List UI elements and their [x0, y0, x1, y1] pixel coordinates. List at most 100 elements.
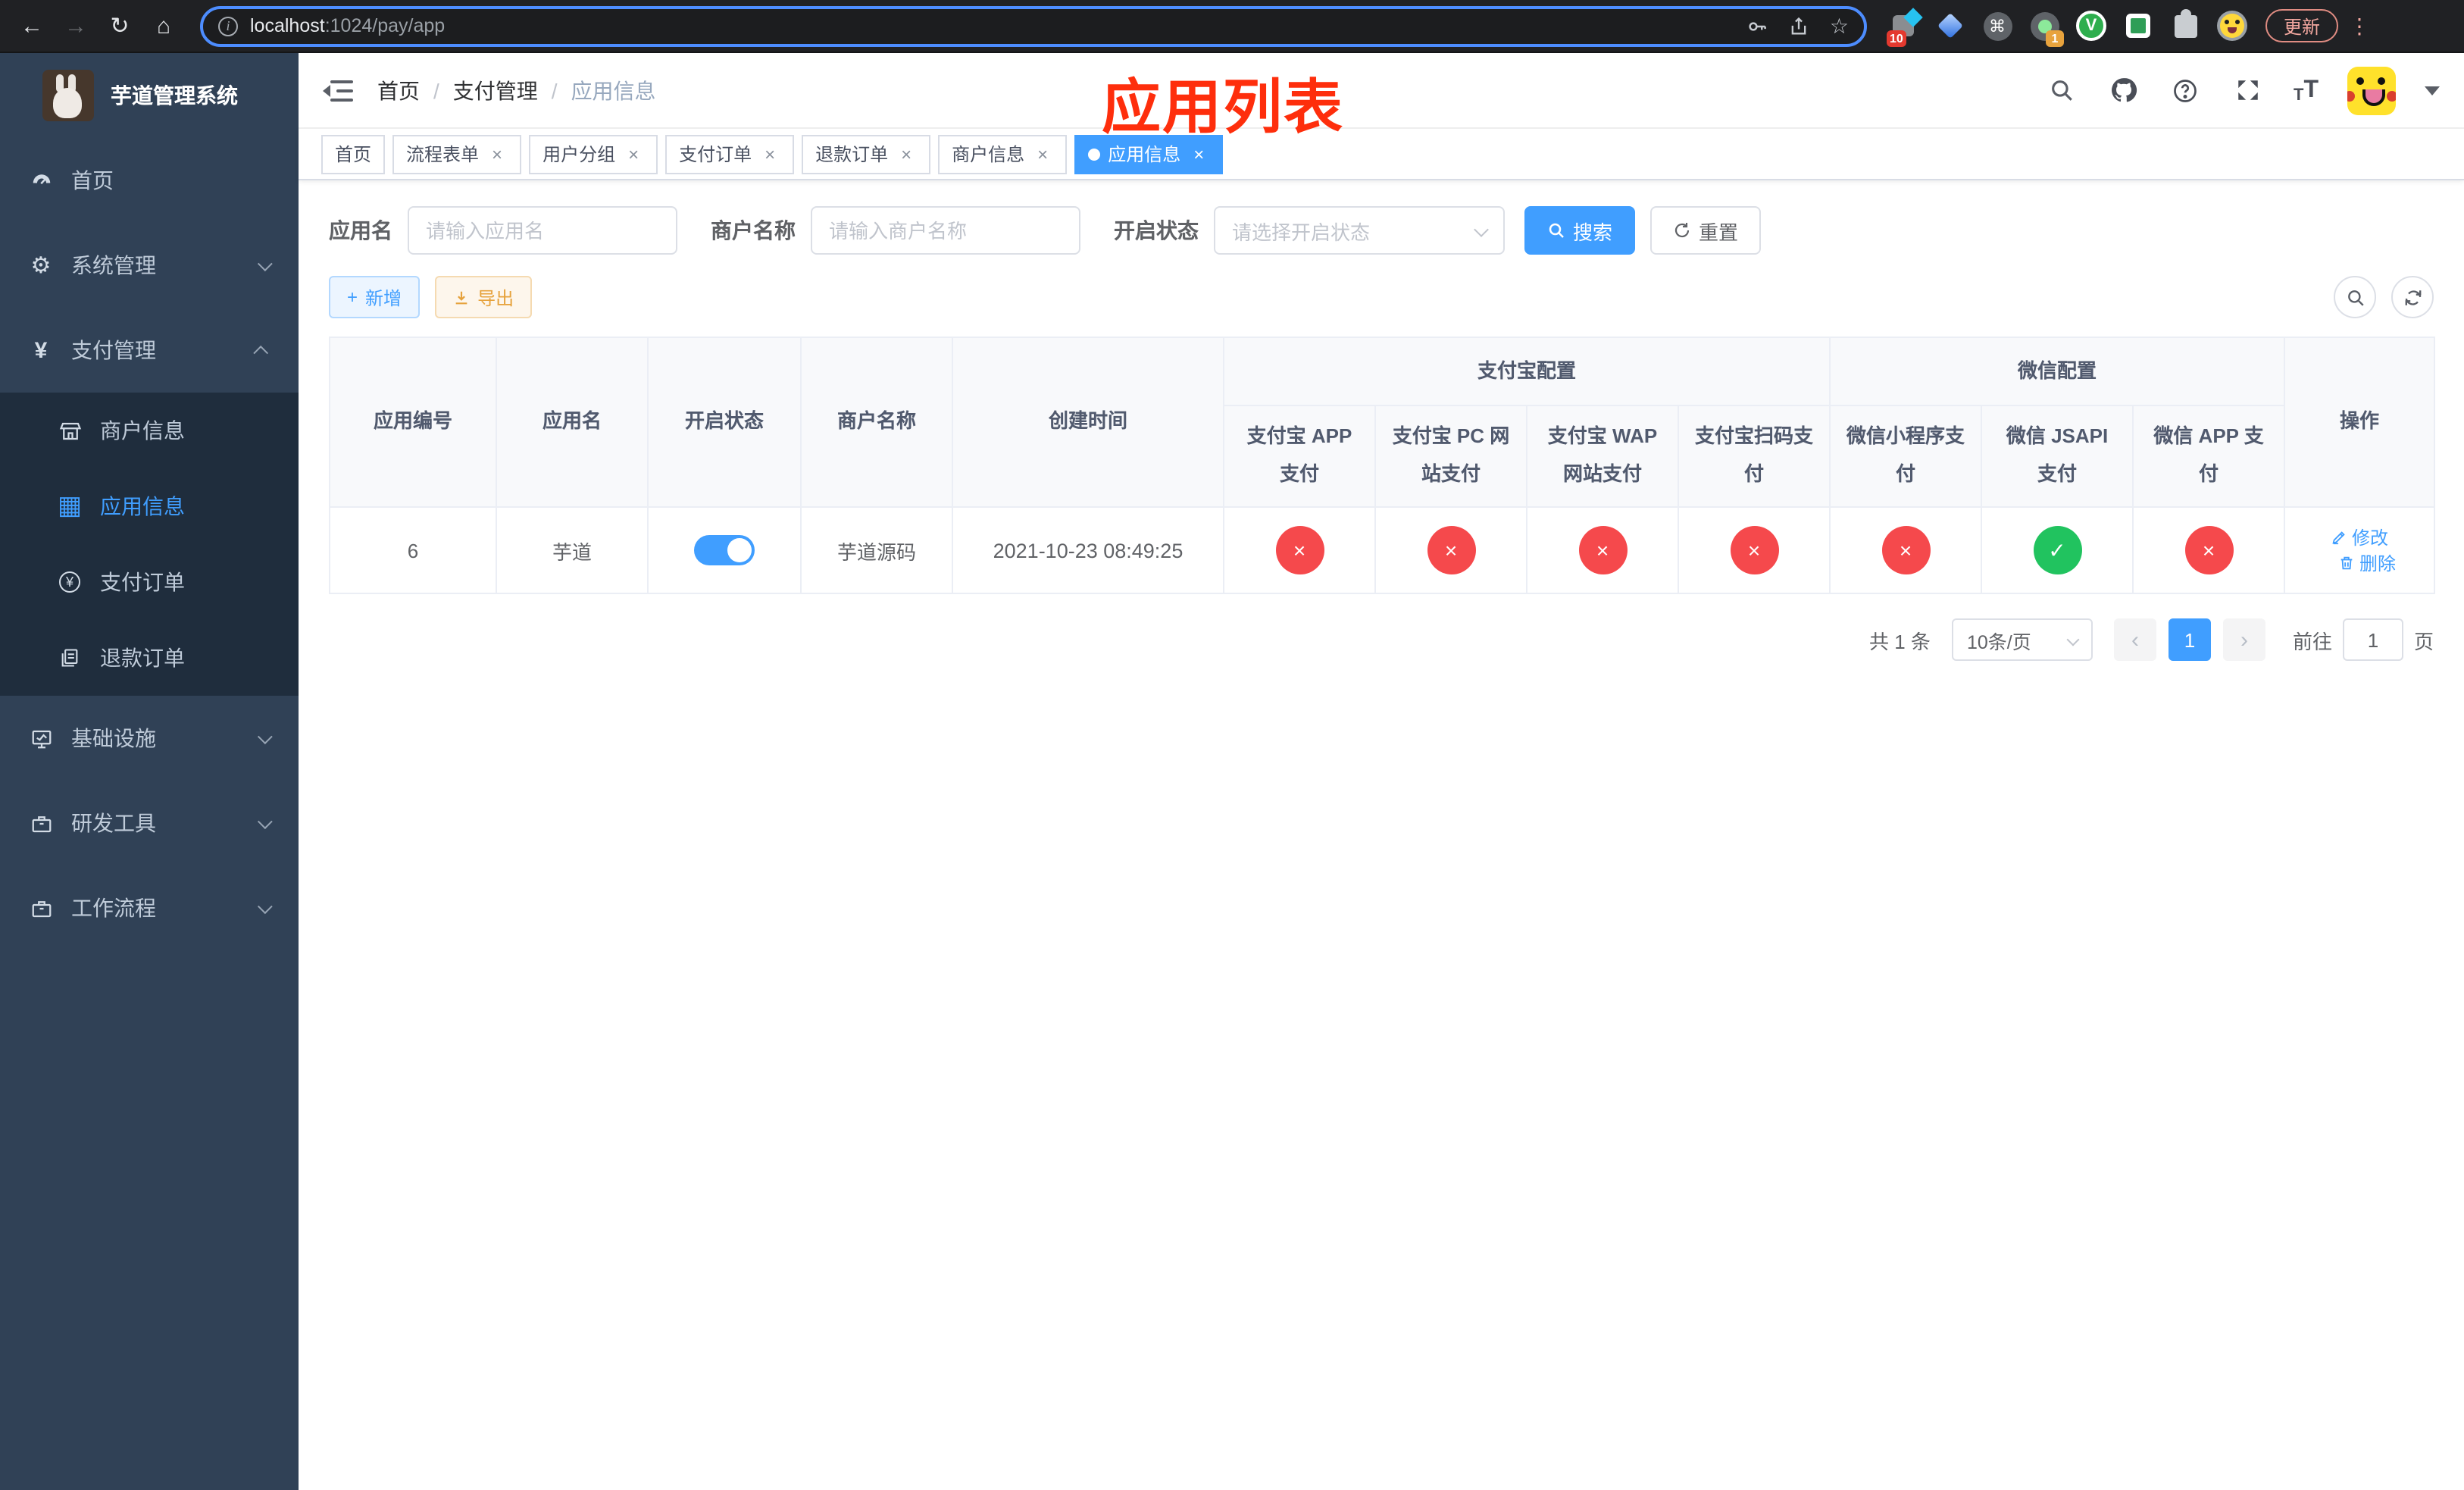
close-icon[interactable]: × — [896, 143, 917, 164]
close-icon[interactable]: × — [1032, 143, 1053, 164]
delete-link[interactable]: 删除 — [2338, 550, 2396, 576]
cell-created: 2021-10-23 08:49:25 — [952, 506, 1224, 594]
search-button[interactable]: 搜索 — [1524, 206, 1636, 255]
tab-process-form[interactable]: 流程表单 × — [392, 134, 522, 174]
goto-page-input[interactable] — [2342, 618, 2403, 661]
cell-status — [647, 506, 802, 594]
reset-button[interactable]: 重置 — [1650, 206, 1762, 255]
close-icon[interactable]: × — [1188, 143, 1209, 164]
main-area: 首页 / 支付管理 / 应用信息 T T 首页 流程表单 × 用户分组 × 支付… — [299, 53, 2464, 1490]
app-name-input[interactable] — [408, 206, 677, 255]
breadcrumb-home[interactable]: 首页 — [377, 75, 420, 105]
pagination: 共 1 条 10条/页 ‹ 1 › 前往 页 — [329, 618, 2434, 661]
sidebar-menu: 首页 ⚙ 系统管理 ¥ 支付管理 商户信息 ▦ 应用信息 ¥ 支付订单 退款订单… — [0, 138, 299, 950]
prev-page-button[interactable]: ‹ — [2113, 618, 2156, 661]
sidebar-item-infrastructure[interactable]: 基础设施 — [0, 696, 299, 781]
close-icon[interactable]: × — [759, 143, 780, 164]
chevron-down-icon — [2066, 633, 2080, 646]
chevron-up-icon — [253, 344, 269, 360]
alipay-qr-status-icon: × — [1730, 526, 1778, 574]
back-button[interactable]: ← — [15, 9, 48, 42]
toggle-search-button[interactable] — [2334, 276, 2376, 318]
sidebar-item-pay-orders[interactable]: ¥ 支付订单 — [0, 544, 299, 620]
sidebar-item-system[interactable]: ⚙ 系统管理 — [0, 223, 299, 308]
sidebar-item-refund-orders[interactable]: 退款订单 — [0, 620, 299, 696]
extension-kite-icon[interactable] — [1934, 8, 1967, 44]
extension-doc-icon[interactable] — [2122, 8, 2155, 44]
bookmark-star-icon[interactable]: ☆ — [1830, 13, 1849, 39]
app-frame: 芋道管理系统 首页 ⚙ 系统管理 ¥ 支付管理 商户信息 ▦ 应用信息 ¥ 支付… — [0, 53, 2464, 1490]
extension-emoji-icon[interactable] — [2215, 8, 2249, 44]
extension-v-icon[interactable]: V — [2075, 8, 2108, 44]
next-page-button[interactable]: › — [2222, 618, 2265, 661]
page-size-select[interactable]: 10条/页 — [1951, 618, 2093, 661]
alipay-wap-status-icon: × — [1578, 526, 1627, 574]
site-info-icon[interactable]: i — [218, 16, 238, 36]
search-icon[interactable] — [2045, 74, 2078, 107]
sidebar-collapse-icon[interactable] — [323, 78, 353, 102]
extension-puzzle-icon[interactable] — [2169, 8, 2202, 44]
alipay-pc-status-icon: × — [1427, 526, 1475, 574]
chrome-menu-icon[interactable]: ⋮ — [2349, 13, 2370, 39]
avatar-dropdown-icon[interactable] — [2425, 86, 2440, 95]
status-select[interactable]: 请选择开启状态 — [1214, 206, 1505, 255]
tab-home[interactable]: 首页 — [321, 134, 386, 174]
annotation-app-list: 应用列表 — [1102, 76, 1345, 141]
sidebar-item-label: 支付订单 — [100, 570, 185, 594]
add-button[interactable]: + 新增 — [329, 276, 421, 318]
sidebar-item-label: 系统管理 — [71, 253, 156, 277]
help-icon[interactable] — [2169, 74, 2203, 107]
sidebar-item-workflow[interactable]: 工作流程 — [0, 866, 299, 950]
col-alipay-app: 支付宝 APP 支付 — [1223, 405, 1376, 508]
export-button[interactable]: 导出 — [435, 276, 533, 318]
merchant-name-label: 商户名称 — [711, 218, 796, 243]
cell-merchant: 芋道源码 — [800, 506, 953, 594]
app-name-label: 应用名 — [329, 218, 392, 243]
sidebar-item-dev-tools[interactable]: 研发工具 — [0, 781, 299, 866]
avatar[interactable] — [2347, 66, 2396, 114]
close-icon[interactable]: × — [486, 143, 508, 164]
chevron-down-icon — [257, 898, 273, 914]
store-icon — [58, 418, 82, 443]
font-size-icon[interactable]: TT — [2294, 77, 2319, 104]
tab-user-group[interactable]: 用户分组 × — [529, 134, 658, 174]
sidebar-item-app-info[interactable]: ▦ 应用信息 — [0, 468, 299, 544]
page-suffix-label: 页 — [2413, 630, 2434, 653]
search-icon — [1549, 223, 1564, 238]
chrome-update-button[interactable]: 更新 — [2265, 9, 2339, 42]
breadcrumb-payment[interactable]: 支付管理 — [453, 75, 538, 105]
extension-blocks-icon[interactable]: 10 — [1887, 8, 1920, 47]
tab-merchant-info[interactable]: 商户信息 × — [938, 134, 1068, 174]
share-icon[interactable] — [1789, 14, 1810, 37]
password-key-icon[interactable] — [1746, 14, 1769, 37]
refresh-table-button[interactable] — [2391, 276, 2434, 318]
tab-refund-orders[interactable]: 退款订单 × — [802, 134, 931, 174]
status-select-placeholder: 请选择开启状态 — [1232, 221, 1371, 243]
home-button[interactable]: ⌂ — [147, 9, 180, 42]
page-number-1[interactable]: 1 — [2168, 618, 2211, 661]
col-wechat-app: 微信 APP 支付 — [2132, 405, 2286, 508]
tab-pay-orders[interactable]: 支付订单 × — [665, 134, 795, 174]
address-bar[interactable]: i localhost:1024/pay/app ☆ — [200, 5, 1867, 46]
logo-image — [42, 70, 94, 121]
col-wechat-mini: 微信小程序支付 — [1829, 405, 1983, 508]
status-toggle[interactable] — [694, 535, 755, 565]
fullscreen-icon[interactable] — [2231, 74, 2265, 107]
sidebar-item-label: 工作流程 — [71, 896, 156, 920]
reload-button[interactable]: ↻ — [103, 9, 136, 42]
sidebar-item-payment[interactable]: ¥ 支付管理 — [0, 308, 299, 393]
extension-recorder-icon[interactable]: 1 — [2028, 8, 2064, 47]
sidebar-logo[interactable]: 芋道管理系统 — [0, 53, 299, 138]
sidebar-item-merchant-info[interactable]: 商户信息 — [0, 393, 299, 468]
edit-link[interactable]: 修改 — [2331, 524, 2388, 550]
github-icon[interactable] — [2107, 74, 2140, 107]
trash-icon — [2340, 556, 2353, 570]
sidebar-item-home[interactable]: 首页 — [0, 138, 299, 223]
close-icon[interactable]: × — [623, 143, 644, 164]
chevron-down-icon — [257, 728, 273, 744]
extension-badge: 10 — [1887, 30, 1906, 47]
browser-chrome: ← → ↻ ⌂ i localhost:1024/pay/app ☆ 10 ⌘ … — [0, 0, 2464, 53]
merchant-name-input[interactable] — [811, 206, 1080, 255]
forward-button[interactable]: → — [59, 9, 92, 42]
extension-command-icon[interactable]: ⌘ — [1981, 8, 2014, 44]
